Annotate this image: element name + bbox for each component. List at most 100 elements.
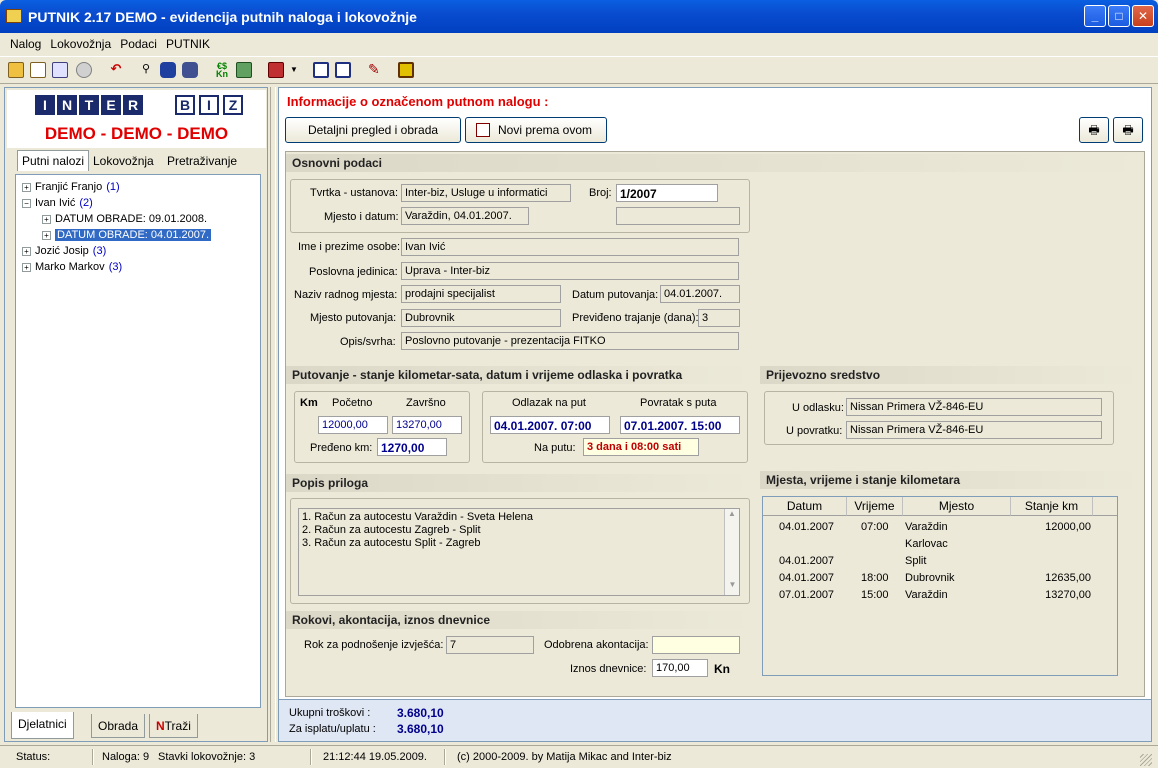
table-row[interactable]: Karlovac [763,536,1093,553]
new-document-icon[interactable] [8,62,24,78]
close-button[interactable]: ✕ [1132,5,1154,27]
tree-node[interactable]: + Franjić Franjo (1) [22,179,120,195]
povratak-field[interactable]: 07.01.2007. 15:00 [620,416,740,434]
povratku-field[interactable]: Nissan Primera VŽ-846-EU [846,421,1102,439]
tree-node[interactable]: − Ivan Ivić (2) [22,195,93,211]
naputu-field[interactable]: 3 dana i 08:00 sati [583,438,699,456]
menu-putnik[interactable]: PUTNIK [163,33,213,51]
datum-put-field[interactable]: 04.01.2007. [660,285,740,303]
tvrtka-field[interactable]: Inter-biz, Usluge u informatici [401,184,571,202]
search-icon[interactable] [76,62,92,78]
broj-field[interactable]: 1/2007 [616,184,718,202]
col-datum[interactable]: Datum [763,497,847,516]
table-row[interactable]: 04.01.2007 Split [763,553,1093,570]
persons-icon[interactable]: ⚲ [138,62,154,78]
odlasku-field[interactable]: Nissan Primera VŽ-846-EU [846,398,1102,416]
col-mjesto[interactable]: Mjesto [903,497,1011,516]
demo-banner: DEMO - DEMO - DEMO [44,124,229,143]
jedinica-field[interactable]: Uprava - Inter-biz [401,262,739,280]
zavrsno-label: Završno [406,397,446,409]
extra-field[interactable] [616,207,740,225]
tab-putni-nalozi[interactable]: Putni nalozi [17,150,90,171]
predeno-field[interactable]: 1270,00 [377,438,447,456]
expand-icon[interactable]: + [22,246,31,256]
pocetno-field[interactable]: 12000,00 [318,416,388,434]
splitter[interactable] [270,87,276,742]
akontacija-label: Odobrena akontacija: [544,639,649,651]
print-button[interactable]: 🖶 [1079,117,1109,143]
trajanje-field[interactable]: 3 [698,309,740,327]
col-vrijeme[interactable]: Vrijeme [847,497,903,516]
tab-djelatnici[interactable]: Djelatnici [11,712,74,739]
reports-icon[interactable] [268,62,284,78]
new-from-this-label: Novi prema ovom [497,123,593,137]
rok-field[interactable]: 7 [446,636,534,654]
collapse-icon[interactable]: − [22,198,31,208]
zavrsno-field[interactable]: 13270,00 [392,416,462,434]
ukupni-label: Ukupni troškovi : [289,707,371,719]
detail-button[interactable]: Detaljni pregled i obrada [285,117,461,143]
dropdown-arrow-icon[interactable]: ▼ [290,65,298,74]
new-from-this-button[interactable]: Novi prema ovom [465,117,607,143]
scroll-down-icon[interactable]: ▼ [725,580,740,595]
radno-label: Naziv radnog mjesta: [294,289,398,301]
tree-node[interactable]: + Marko Markov (3) [22,259,122,275]
broj-label: Broj: [589,187,612,199]
tree-node-selected[interactable]: + DATUM OBRADE: 04.01.2007. [42,227,212,243]
mjesto-datum-field[interactable]: Varaždin, 04.01.2007. [401,207,529,225]
car-icon[interactable] [160,62,176,78]
mjesto-datum-label: Mjesto i datum: [324,211,399,223]
mjesto-put-field[interactable]: Dubrovnik [401,309,561,327]
menu-podaci[interactable]: Podaci [117,33,160,51]
cell-datum: 04.01.2007 [779,572,835,584]
tab-pretrazivanje[interactable]: Pretraživanje [163,151,242,170]
menu-nalog[interactable]: Nalog [7,33,44,51]
table-row[interactable]: 04.01.2007 07:00 Varaždin 12000,00 [763,519,1093,536]
logo-letter: Z [223,95,243,115]
grid-icon[interactable] [335,62,351,78]
expand-icon[interactable]: + [42,230,51,240]
tab-obrada[interactable]: Obrada [91,714,146,738]
copy-document-icon[interactable] [30,62,46,78]
table-row[interactable]: 04.01.2007 18:00 Dubrovnik 12635,00 [763,570,1093,587]
expand-icon[interactable]: + [22,182,31,192]
col-stanje[interactable]: Stanje km [1011,497,1093,516]
minimize-button[interactable]: _ [1084,5,1106,27]
pen-icon[interactable]: ✎ [368,62,384,78]
scroll-up-icon[interactable]: ▲ [725,509,739,524]
vehicle-icon[interactable] [182,62,198,78]
app-icon[interactable] [6,9,22,23]
exit-door-icon[interactable] [398,62,414,78]
naputu-label: Na putu: [534,442,576,454]
expand-icon[interactable]: + [42,214,51,224]
prilozi-list[interactable]: 1. Račun za autocestu Varaždin - Sveta H… [298,508,740,596]
undo-icon[interactable]: ↶ [108,62,124,78]
ime-field[interactable]: Ivan Ivić [401,238,739,256]
jedinica-label: Poslovna jedinica: [309,266,398,278]
scrollbar[interactable]: ▲ ▼ [724,509,739,595]
maximize-button[interactable]: □ [1108,5,1130,27]
opis-field[interactable]: Poslovno putovanje - prezentacija FITKO [401,332,739,350]
radno-field[interactable]: prodajni specijalist [401,285,561,303]
menu-lokovoznja[interactable]: Lokovožnja [47,33,114,51]
tab-lokovoznja[interactable]: Lokovožnja [89,151,158,170]
print-all-button[interactable]: 🖶 [1113,117,1143,143]
content-area: Osnovni podaci Tvrtka - ustanova: Inter-… [285,151,1145,697]
cell-datum: 07.01.2007 [779,589,835,601]
tree-node[interactable]: + Jozić Josip (3) [22,243,106,259]
table-row[interactable]: 07.01.2007 15:00 Varaždin 13270,00 [763,587,1093,604]
dnevnica-field[interactable]: 170,00 [652,659,708,677]
table-icon[interactable] [313,62,329,78]
cell-mjesto: Karlovac [905,538,948,550]
odlazak-field[interactable]: 04.01.2007. 07:00 [490,416,610,434]
printer-icon: 🖶 [1088,123,1100,137]
edit-document-icon[interactable] [52,62,68,78]
tab-trazi[interactable]: NTraži [149,714,198,738]
calculator-icon[interactable] [236,62,252,78]
resize-grip[interactable] [1140,754,1152,766]
currency-icon[interactable]: €$ Kn [214,62,230,79]
tree-node[interactable]: + DATUM OBRADE: 09.01.2008. [42,211,207,227]
odlazak-label: Odlazak na put [512,397,586,409]
akontacija-field[interactable] [652,636,740,654]
expand-icon[interactable]: + [22,262,31,272]
